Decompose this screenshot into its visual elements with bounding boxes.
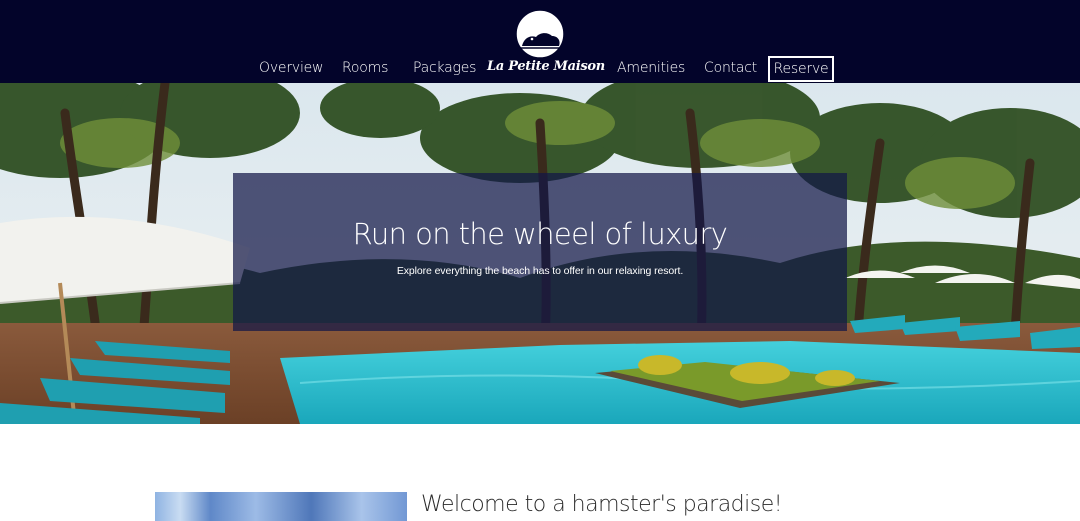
nav-rooms[interactable]: Rooms <box>342 60 388 76</box>
nav-contact[interactable]: Contact <box>704 60 757 76</box>
brand-name: La Petite Maison <box>487 59 605 74</box>
nav-amenities[interactable]: Amenities <box>617 60 685 76</box>
welcome-image <box>155 492 407 521</box>
hero-title: Run on the wheel of luxury <box>352 217 728 251</box>
brand-logo-link[interactable]: La Petite Maison <box>487 8 605 80</box>
nav-packages[interactable]: Packages <box>413 60 476 76</box>
site-header: Overview Rooms Packages La Petite Maison… <box>0 0 1080 83</box>
nav-overview[interactable]: Overview <box>259 60 324 76</box>
hero-banner: Run on the wheel of luxury Explore every… <box>0 83 1080 424</box>
hamster-logo-icon <box>515 9 565 59</box>
hero-overlay-panel: Run on the wheel of luxury Explore every… <box>233 173 847 331</box>
reserve-button[interactable]: Reserve <box>768 56 834 82</box>
welcome-title: Welcome to a hamster's paradise! <box>421 492 783 517</box>
hero-subtitle: Explore everything the beach has to offe… <box>396 265 684 277</box>
